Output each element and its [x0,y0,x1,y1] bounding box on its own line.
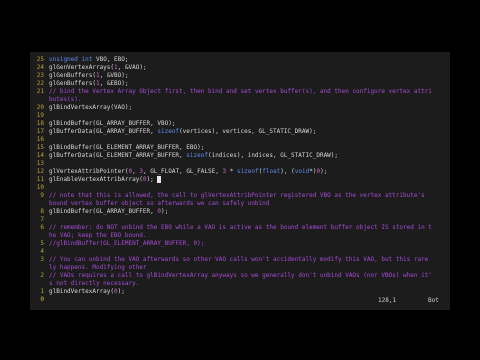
status-line: 128,1 Bot [30,296,450,305]
cursor-position: 128,1 [378,297,397,304]
vim-editor[interactable]: 25 unsigned int VBO, EBO; 24 glGenVertexArr… [30,52,450,310]
scroll-indicator: Bot [428,297,439,304]
text-cursor [157,176,162,183]
screen: { "editor": { "lines": [ {"n":"25","t":"… [0,0,480,360]
